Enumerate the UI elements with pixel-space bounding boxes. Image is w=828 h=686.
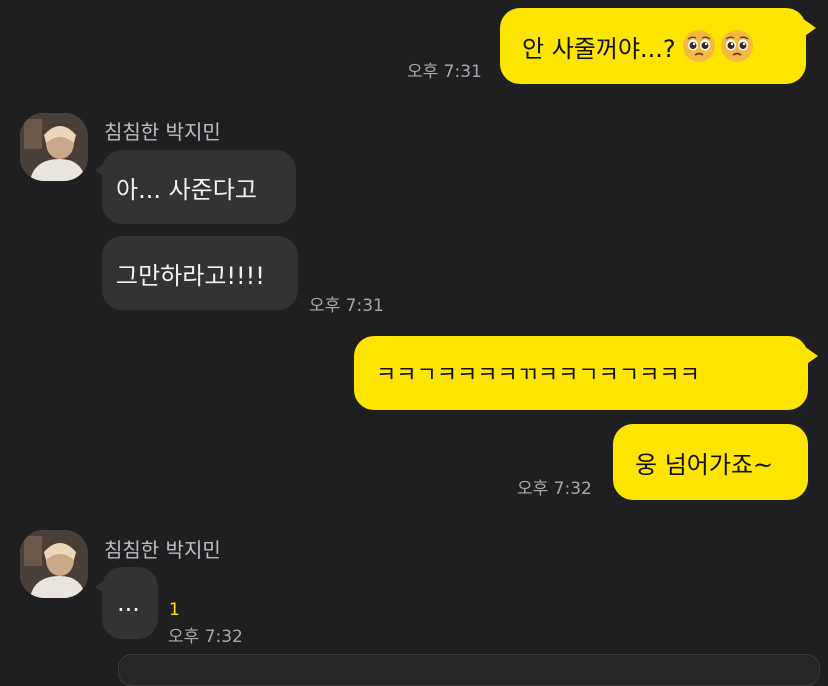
other-message-bubble[interactable]: 아... 사준다고 — [102, 150, 296, 224]
pleading-face-emoji-icon — [682, 30, 715, 62]
avatar-photo-icon — [20, 530, 88, 598]
message-time: 오후 7:31 — [407, 62, 482, 82]
message-text: 아... 사준다고 — [116, 175, 257, 204]
bubble-tail — [804, 346, 818, 366]
message-time: 오후 7:32 — [517, 479, 592, 499]
unread-count-badge: 1 — [169, 600, 180, 620]
sender-avatar[interactable] — [20, 530, 88, 598]
message-text: 그만하라고!!!! — [116, 261, 265, 290]
bubble-tail — [802, 18, 816, 38]
message-time: 오후 7:31 — [309, 296, 384, 316]
sender-name: 침침한 박지민 — [104, 120, 221, 144]
my-message-bubble[interactable]: ㅋㅋㄱㅋㅋㅋㅋㄲㅋㅋㄱㅋㄱㅋㅋㅋ — [354, 336, 808, 410]
other-message-bubble[interactable]: 그만하라고!!!! — [102, 236, 298, 310]
my-message-bubble[interactable]: 웅 넘어가죠~ — [613, 424, 808, 500]
message-time: 오후 7:32 — [168, 627, 243, 647]
other-message-bubble[interactable]: ... — [102, 567, 158, 639]
message-text: ... — [117, 589, 140, 617]
sender-name: 침침한 박지민 — [104, 538, 221, 562]
my-message-bubble[interactable]: 안 사줄꺼야...? — [500, 8, 806, 84]
message-text: 웅 넘어가죠~ — [635, 450, 774, 479]
message-text: ㅋㅋㄱㅋㅋㅋㅋㄲㅋㅋㄱㅋㄱㅋㅋㅋ — [376, 363, 700, 388]
message-text: 안 사줄꺼야...? — [522, 34, 676, 63]
pleading-face-emoji-icon — [720, 30, 753, 62]
avatar-photo-icon — [20, 113, 88, 181]
sender-avatar[interactable] — [20, 113, 88, 181]
